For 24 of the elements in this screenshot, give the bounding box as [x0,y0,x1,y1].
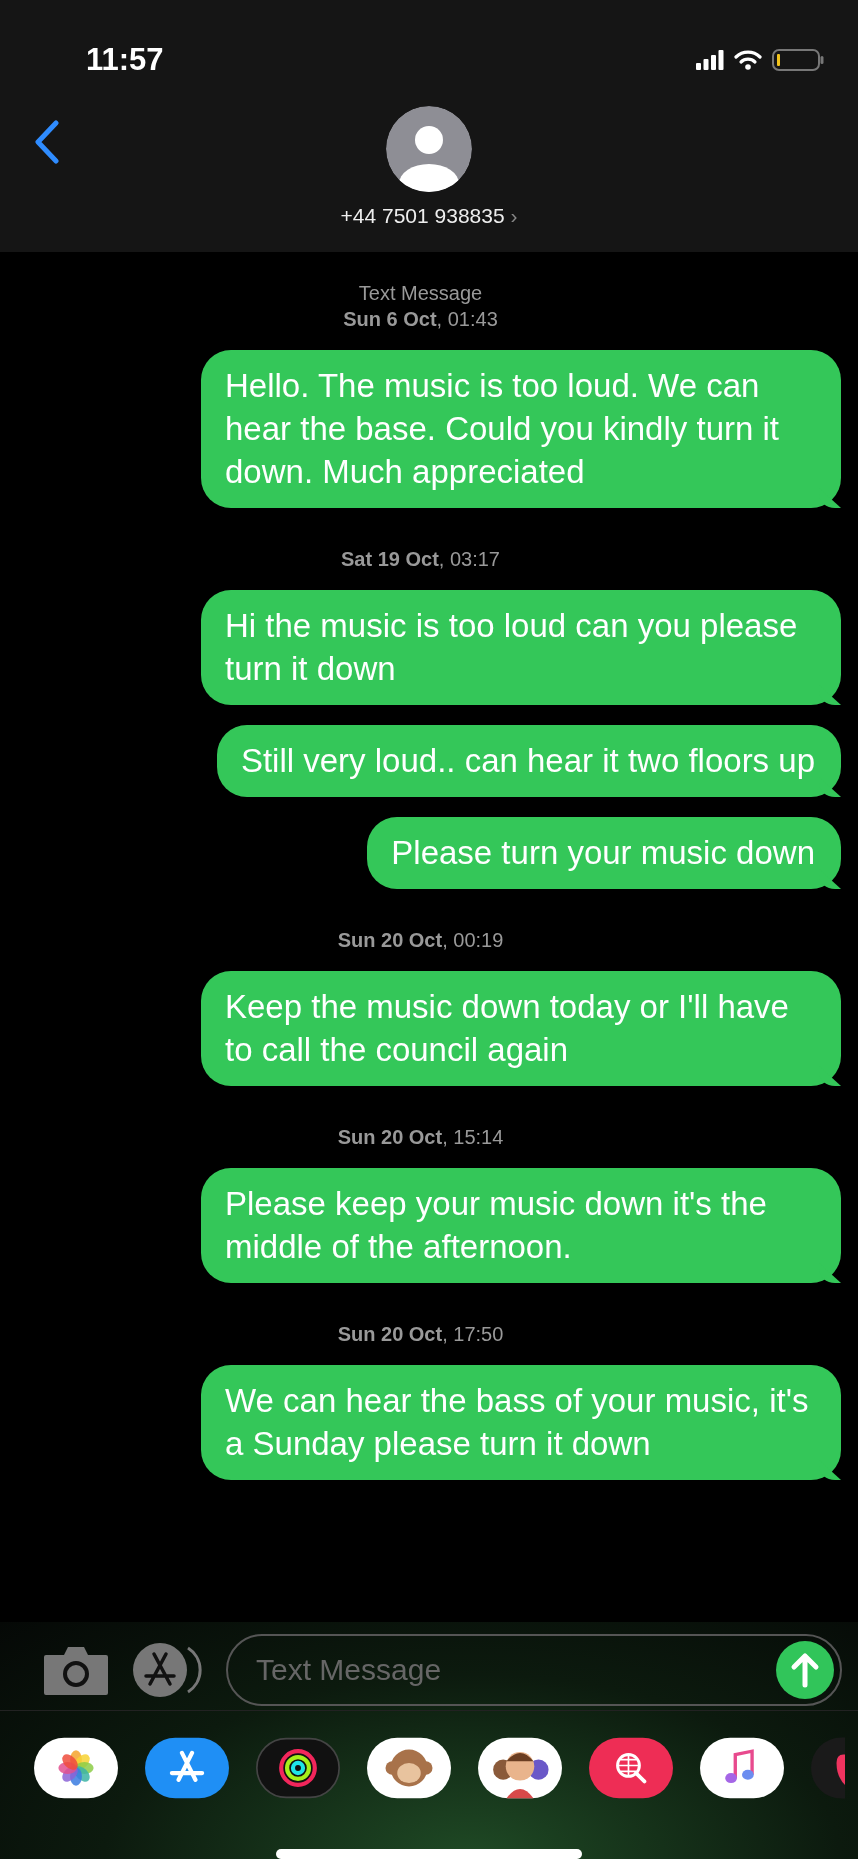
message-bubble: Still very loud.. can hear it two floors up [216,725,841,797]
contact-name[interactable]: +44 7501 938835 › [340,204,518,228]
timestamp: Sun 20 Oct, 00:19 [337,929,504,951]
message-bubble: Hi the music is too loud can you please turn it down [201,590,841,705]
back-icon[interactable] [34,120,60,164]
message-field[interactable]: Text Message [226,1634,842,1706]
timestamp: Sun 6 Oct, 01:43 [343,308,498,330]
message-bubble: Hello. The music is too loud. We can hear the base. Could you kindly turn it down. Much appreciated [201,350,841,508]
wifi-icon [734,50,762,70]
battery-icon [772,49,824,71]
timestamp: Sun 20 Oct, 15:14 [337,1126,504,1148]
timestamp: Text Message [358,282,483,304]
message-bubble: Keep the music down today or I'll have to call the council again [201,971,841,1086]
message-input[interactable]: Text Message [254,1652,776,1688]
message-bubble: Please turn your music down [367,817,841,889]
send-icon[interactable] [776,1641,834,1699]
heart-app-icon[interactable] [811,1737,845,1799]
status-time: 11:57 [86,42,164,78]
avatar-icon[interactable] [386,106,472,192]
timestamp: Sat 19 Oct, 03:17 [341,548,500,570]
message-bubble: We can hear the bass of your music, it's a Sunday please turn it down [201,1365,841,1480]
message-bubble: Please keep your music down it's the middle of the afternoon. [201,1168,841,1283]
signal-icon [696,50,724,70]
timestamp: Sun 20 Oct, 17:50 [337,1323,504,1345]
